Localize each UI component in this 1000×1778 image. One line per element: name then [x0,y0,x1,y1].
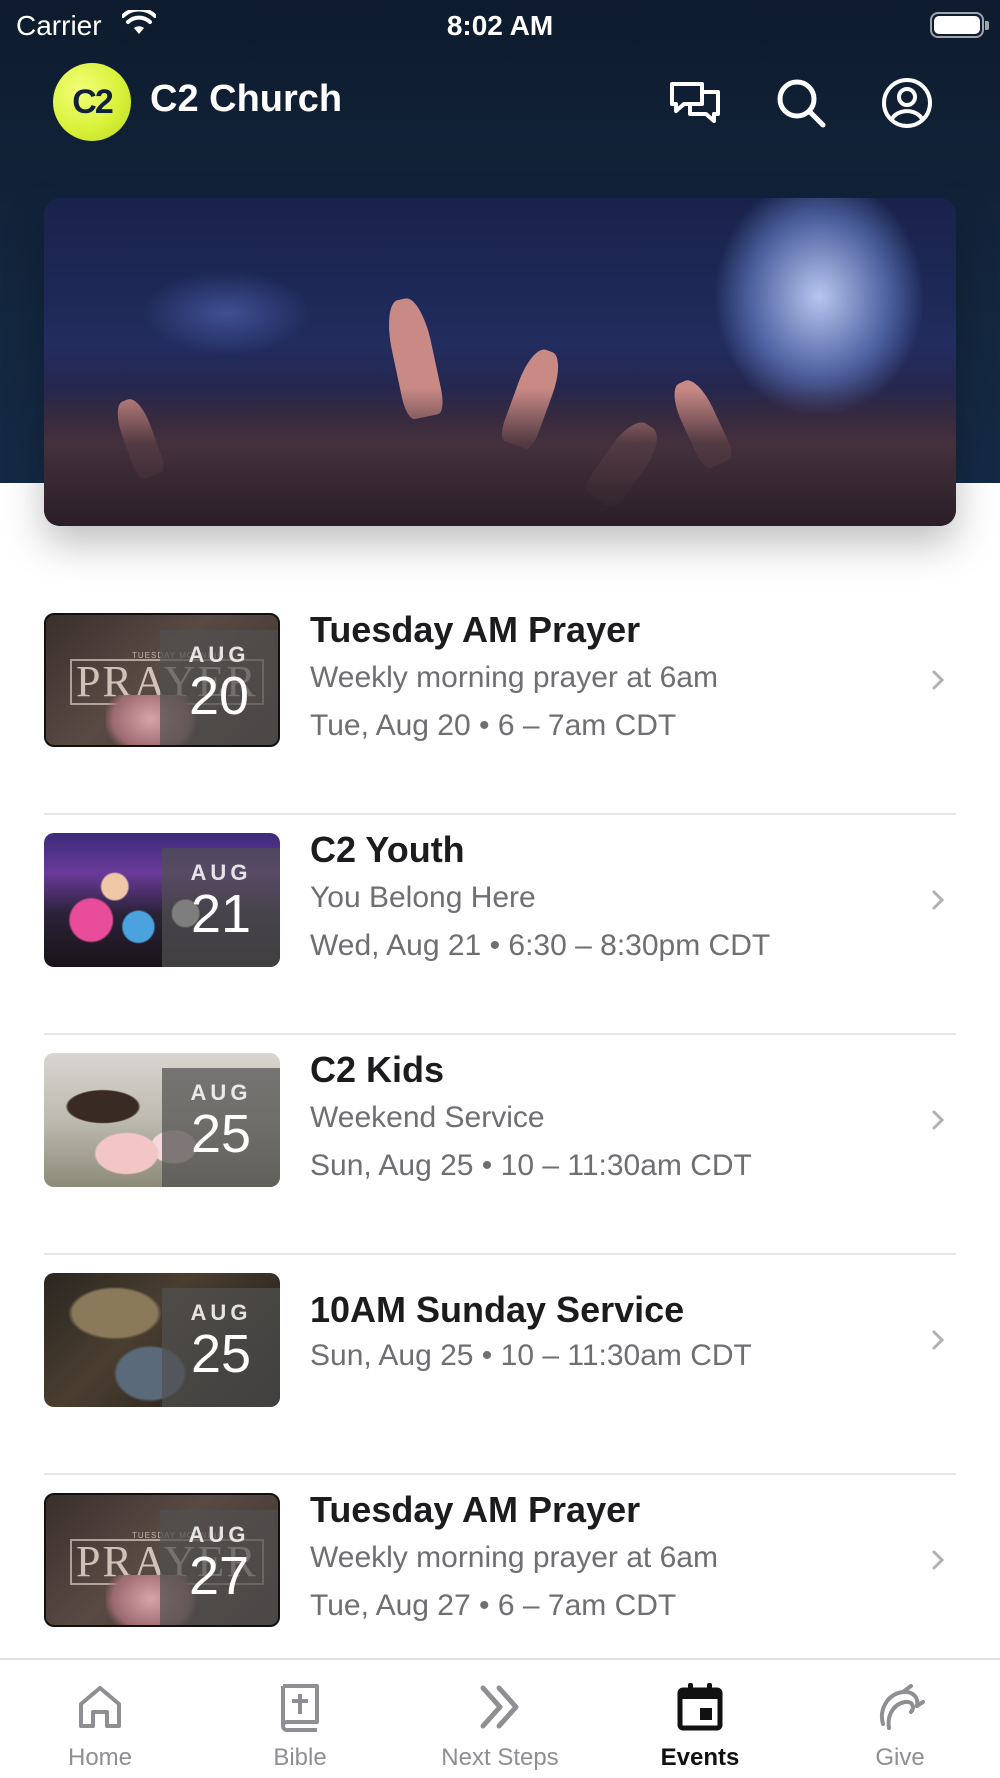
date-day: 27 [188,1546,250,1606]
battery-icon [930,12,989,38]
date-month: AUG [190,1080,252,1105]
event-thumbnail: AUG 25 [44,1053,280,1187]
status-bar: Carrier 8:02 AM [0,0,1000,50]
event-row[interactable]: AUG 25 C2 Kids Weekend Service Sun, Aug … [44,1035,956,1255]
event-title: Tuesday AM Prayer [310,609,641,650]
event-datetime: Sun, Aug 25 • 10 – 11:30am CDT [310,1149,752,1182]
search-icon[interactable] [774,76,828,130]
date-day: 25 [190,1104,252,1164]
app-title: C2 Church [150,78,343,120]
event-subtitle: Weekly morning prayer at 6am [310,661,718,694]
tab-label: Events [660,1744,740,1771]
event-datetime: Sun, Aug 25 • 10 – 11:30am CDT [310,1339,752,1372]
chevron-right-icon [932,670,945,690]
home-icon [79,1686,121,1728]
event-datetime: Tue, Aug 27 • 6 – 7am CDT [310,1589,677,1622]
event-list: TUESDAY MORNING PRAYER AUG 20 Tuesday AM… [44,595,956,1695]
date-badge: AUG 20 [160,630,278,745]
bible-icon [281,1684,319,1732]
event-row[interactable]: AUG 25 10AM Sunday Service Sun, Aug 25 •… [44,1255,956,1475]
tab-label: Home [67,1744,133,1771]
date-month: AUG [190,1300,252,1325]
next-steps-icon [480,1685,519,1729]
date-day: 21 [190,884,252,944]
date-month: AUG [188,642,250,667]
event-subtitle: Weekly morning prayer at 6am [310,1541,718,1574]
event-datetime: Tue, Aug 20 • 6 – 7am CDT [310,709,677,742]
chevron-right-icon [932,1550,945,1570]
event-datetime: Wed, Aug 21 • 6:30 – 8:30pm CDT [310,929,771,962]
hero-banner-image[interactable] [44,198,956,526]
event-title: C2 Kids [310,1049,445,1090]
event-thumbnail: TUESDAY MORNING PRAYER AUG 20 [44,613,280,747]
event-thumbnail: TUESDAY MORNING PRAYER AUG 27 [44,1493,280,1627]
date-month: AUG [188,1522,250,1547]
tab-give[interactable]: Give [800,1660,1000,1778]
date-badge: AUG 27 [160,1510,278,1625]
event-subtitle: You Belong Here [310,881,536,914]
tab-bar: Home Bible Next Steps Events Give [0,1658,1000,1778]
app-bar: C2 C2 Church [0,60,1000,141]
date-badge: AUG 21 [162,848,280,967]
event-row[interactable]: AUG 21 C2 Youth You Belong Here Wed, Aug… [44,815,956,1035]
chevron-right-icon [932,1330,945,1350]
date-month: AUG [190,860,252,885]
event-thumbnail: AUG 25 [44,1273,280,1407]
tab-home[interactable]: Home [0,1660,200,1778]
date-badge: AUG 25 [162,1288,280,1407]
event-title: 10AM Sunday Service [310,1289,685,1330]
chat-icon[interactable] [668,76,722,130]
event-row[interactable]: TUESDAY MORNING PRAYER AUG 20 Tuesday AM… [44,595,956,815]
church-logo[interactable]: C2 [53,63,131,141]
profile-icon[interactable] [880,76,934,130]
tab-label: Next Steps [441,1744,559,1771]
clock: 8:02 AM [446,10,554,41]
event-title: Tuesday AM Prayer [310,1489,641,1530]
date-day: 25 [190,1324,252,1384]
event-title: C2 Youth [310,829,465,870]
chevron-right-icon [932,1110,945,1130]
date-day: 20 [188,666,250,726]
calendar-icon [677,1683,723,1731]
tab-bible[interactable]: Bible [200,1660,400,1778]
event-subtitle: Weekend Service [310,1101,545,1134]
chevron-right-icon [932,890,945,910]
give-icon [880,1684,925,1730]
date-badge: AUG 25 [162,1068,280,1187]
tab-next-steps[interactable]: Next Steps [400,1660,600,1778]
tab-events[interactable]: Events [600,1660,800,1778]
event-thumbnail: AUG 21 [44,833,280,967]
tab-label: Bible [273,1744,327,1771]
tab-label: Give [875,1744,925,1771]
